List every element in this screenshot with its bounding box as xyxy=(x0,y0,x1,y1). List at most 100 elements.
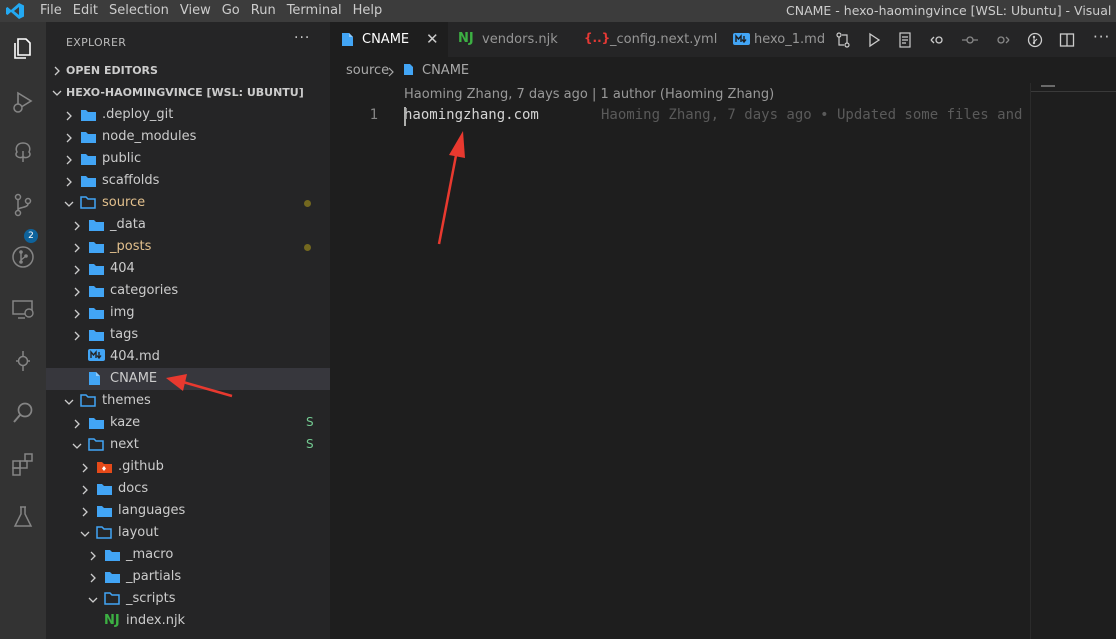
source-control-icon[interactable] xyxy=(10,192,36,218)
tree-item[interactable]: layout xyxy=(46,522,330,544)
breadcrumb-folder[interactable]: source xyxy=(346,63,389,78)
chevron-right-icon[interactable] xyxy=(72,242,82,257)
tab-cname[interactable]: CNAME ✕ xyxy=(330,22,448,57)
tree-item[interactable]: img xyxy=(46,302,330,324)
tree-item[interactable]: kaze S xyxy=(46,412,330,434)
chevron-right-icon[interactable] xyxy=(72,220,82,235)
chevron-right-icon[interactable] xyxy=(64,176,74,191)
open-editors-section[interactable]: OPEN EDITORS xyxy=(46,60,330,82)
chevron-down-icon[interactable] xyxy=(72,440,82,455)
tree-item[interactable]: .deploy_git xyxy=(46,104,330,126)
tree-item[interactable]: languages xyxy=(46,500,330,522)
go-back-icon[interactable] xyxy=(930,32,946,48)
git-graph-icon[interactable] xyxy=(10,244,36,270)
nunjucks-icon: NJ xyxy=(104,613,120,628)
folder-icon xyxy=(104,569,121,584)
minimap[interactable] xyxy=(1030,83,1116,639)
menu-view[interactable]: View xyxy=(176,0,218,22)
tab-hexo-1-md[interactable]: hexo_1.md xyxy=(723,22,826,57)
tree-item[interactable]: categories xyxy=(46,280,330,302)
chevron-right-icon[interactable] xyxy=(72,418,82,433)
timeline-icon[interactable] xyxy=(10,348,36,374)
nunjucks-icon: NJ xyxy=(458,31,474,46)
tab-vendors-njk[interactable]: NJ vendors.njk xyxy=(448,22,573,57)
tree-item[interactable]: 404.md xyxy=(46,346,330,368)
search-icon[interactable] xyxy=(10,400,36,426)
chevron-right-icon[interactable] xyxy=(72,330,82,345)
tree-item[interactable]: node_modules xyxy=(46,126,330,148)
minimap-slider[interactable] xyxy=(1031,83,1116,92)
chevron-right-icon[interactable] xyxy=(64,110,74,125)
tree-item[interactable]: scaffolds xyxy=(46,170,330,192)
chevron-right-icon[interactable] xyxy=(80,484,90,499)
tree-item[interactable]: _macro xyxy=(46,544,330,566)
tree-item[interactable]: _data xyxy=(46,214,330,236)
tree-item[interactable]: source xyxy=(46,192,330,214)
tab-label: _config.next.yml xyxy=(610,32,718,47)
tab-label: vendors.njk xyxy=(482,32,558,47)
tree-item[interactable]: _scripts xyxy=(46,588,330,610)
menu-run[interactable]: Run xyxy=(247,0,283,22)
git-blame-codelens[interactable]: Haoming Zhang, 7 days ago | 1 author (Ha… xyxy=(404,87,774,102)
tree-item-label: index.njk xyxy=(126,613,186,628)
folder-icon xyxy=(80,173,97,188)
tree-item[interactable]: NJ index.njk xyxy=(46,610,330,632)
remote-tree-icon[interactable] xyxy=(10,139,36,165)
menu-selection[interactable]: Selection xyxy=(105,0,176,22)
tree-item[interactable]: themes xyxy=(46,390,330,412)
menu-terminal[interactable]: Terminal xyxy=(283,0,349,22)
chevron-right-icon[interactable] xyxy=(88,572,98,587)
tree-item[interactable]: docs xyxy=(46,478,330,500)
chevron-right-icon[interactable] xyxy=(88,550,98,565)
menu-go[interactable]: Go xyxy=(218,0,247,22)
chevron-down-icon[interactable] xyxy=(64,396,74,411)
chevron-right-icon[interactable] xyxy=(64,132,74,147)
code-editor[interactable]: Haoming Zhang, 7 days ago | 1 author (Ha… xyxy=(330,83,1030,639)
testing-icon[interactable] xyxy=(10,504,36,530)
tree-item[interactable]: 404 xyxy=(46,258,330,280)
chevron-right-icon[interactable] xyxy=(80,506,90,521)
breadcrumb: source CNAME xyxy=(330,57,1116,83)
chevron-right-icon[interactable] xyxy=(72,286,82,301)
close-icon[interactable]: ✕ xyxy=(426,30,439,48)
file-icon xyxy=(404,64,413,75)
menu-help[interactable]: Help xyxy=(349,0,390,22)
tree-item[interactable]: public xyxy=(46,148,330,170)
workspace-label: HEXO-HAOMINGVINCE [WSL: UBUNTU] xyxy=(66,86,304,99)
tree-item[interactable]: _partials xyxy=(46,566,330,588)
remote-explorer-icon[interactable] xyxy=(10,296,36,322)
open-preview-icon[interactable] xyxy=(897,32,913,48)
vscode-logo-icon xyxy=(6,3,24,19)
explorer-icon[interactable] xyxy=(10,35,36,61)
extensions-icon[interactable] xyxy=(10,452,36,478)
more-actions-icon[interactable]: ··· xyxy=(1093,28,1109,46)
tree-item[interactable]: _posts xyxy=(46,236,330,258)
tree-item[interactable]: .github xyxy=(46,456,330,478)
chevron-right-icon[interactable] xyxy=(80,462,90,477)
chevron-right-icon[interactable] xyxy=(72,264,82,279)
tree-item[interactable]: CNAME xyxy=(46,368,330,390)
tab-config-next-yml[interactable]: {..} _config.next.yml xyxy=(573,22,723,57)
menu-edit[interactable]: Edit xyxy=(69,0,105,22)
breadcrumb-file[interactable]: CNAME xyxy=(422,63,469,78)
more-actions-icon[interactable]: ··· xyxy=(294,30,310,46)
tree-item-label: _data xyxy=(110,217,146,232)
run-icon[interactable] xyxy=(866,32,882,48)
menu-file[interactable]: File xyxy=(36,0,69,22)
compare-changes-icon[interactable] xyxy=(835,32,851,48)
split-editor-icon[interactable] xyxy=(1059,32,1075,48)
run-debug-icon[interactable] xyxy=(10,88,36,114)
workspace-section[interactable]: HEXO-HAOMINGVINCE [WSL: UBUNTU] xyxy=(46,82,330,104)
chevron-down-icon[interactable] xyxy=(88,594,98,609)
git-commit-icon[interactable] xyxy=(962,32,978,48)
chevron-down-icon[interactable] xyxy=(64,198,74,213)
chevron-down-icon[interactable] xyxy=(80,528,90,543)
markdown-icon xyxy=(733,33,750,45)
chevron-right-icon[interactable] xyxy=(72,308,82,323)
code-line[interactable]: haomingzhang.com xyxy=(404,107,539,123)
go-forward-icon[interactable] xyxy=(994,32,1010,48)
chevron-right-icon[interactable] xyxy=(64,154,74,169)
tree-item[interactable]: tags xyxy=(46,324,330,346)
tree-item[interactable]: next S xyxy=(46,434,330,456)
git-history-icon[interactable] xyxy=(1027,32,1043,48)
